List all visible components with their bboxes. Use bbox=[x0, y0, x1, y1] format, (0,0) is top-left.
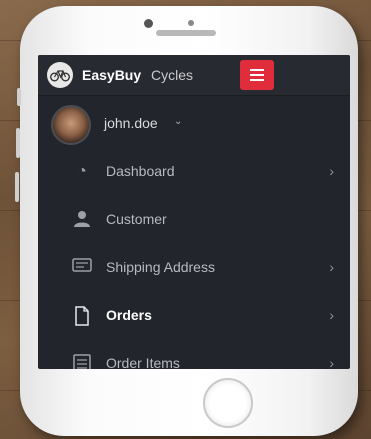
volume-up-button bbox=[16, 128, 20, 158]
hamburger-bar bbox=[250, 74, 264, 76]
sidebar-item-label: Customer bbox=[106, 211, 167, 227]
address-card-icon bbox=[72, 258, 92, 278]
bicycle-glyph bbox=[50, 70, 70, 82]
sidebar-item-label: Order Items bbox=[106, 355, 180, 369]
earpiece-speaker bbox=[156, 30, 216, 36]
app-screen: EasyBuy Cycles john.doe ⌄ ◔ Dashboard › … bbox=[38, 55, 350, 369]
sidebar-item-customer[interactable]: Customer bbox=[38, 197, 350, 241]
sidebar-item-label: Dashboard bbox=[106, 163, 175, 179]
pie-chart-icon: ◔ bbox=[77, 163, 87, 180]
sidebar-item-order-items[interactable]: Order Items › bbox=[38, 341, 350, 369]
avatar bbox=[51, 105, 91, 145]
document-glyph bbox=[75, 306, 89, 326]
chevron-down-icon[interactable]: ⌄ bbox=[174, 116, 182, 127]
hamburger-menu-button[interactable] bbox=[240, 60, 274, 90]
user-icon bbox=[72, 210, 92, 230]
username: john.doe bbox=[104, 115, 158, 131]
volume-down-button bbox=[15, 172, 19, 202]
list-glyph bbox=[73, 354, 91, 369]
brand-subtitle: Cycles bbox=[151, 67, 194, 83]
address-card-glyph bbox=[72, 258, 92, 272]
user-profile-row[interactable]: john.doe ⌄ bbox=[38, 99, 350, 147]
sidebar-item-label: Shipping Address bbox=[106, 259, 215, 275]
chevron-right-icon: › bbox=[329, 355, 334, 369]
hamburger-bar bbox=[250, 69, 264, 71]
hamburger-bar bbox=[250, 79, 264, 81]
chevron-right-icon: › bbox=[329, 163, 334, 179]
sidebar-item-label: Orders bbox=[106, 307, 152, 323]
list-icon bbox=[72, 354, 92, 369]
sidebar-item-shipping-address[interactable]: Shipping Address › bbox=[38, 245, 350, 289]
proximity-sensor bbox=[188, 20, 194, 26]
home-button[interactable] bbox=[203, 378, 253, 428]
brand-name: EasyBuy bbox=[82, 67, 142, 83]
chevron-right-icon: › bbox=[329, 307, 334, 323]
mute-switch bbox=[17, 88, 21, 106]
document-icon bbox=[72, 306, 92, 326]
sidebar-item-dashboard[interactable]: ◔ Dashboard › bbox=[38, 149, 350, 193]
top-navbar: EasyBuy Cycles bbox=[38, 55, 350, 96]
bicycle-logo-icon[interactable] bbox=[47, 62, 73, 88]
chevron-right-icon: › bbox=[329, 259, 334, 275]
user-glyph bbox=[74, 211, 90, 227]
front-camera bbox=[144, 19, 153, 28]
sidebar-item-orders[interactable]: Orders › bbox=[38, 293, 350, 337]
